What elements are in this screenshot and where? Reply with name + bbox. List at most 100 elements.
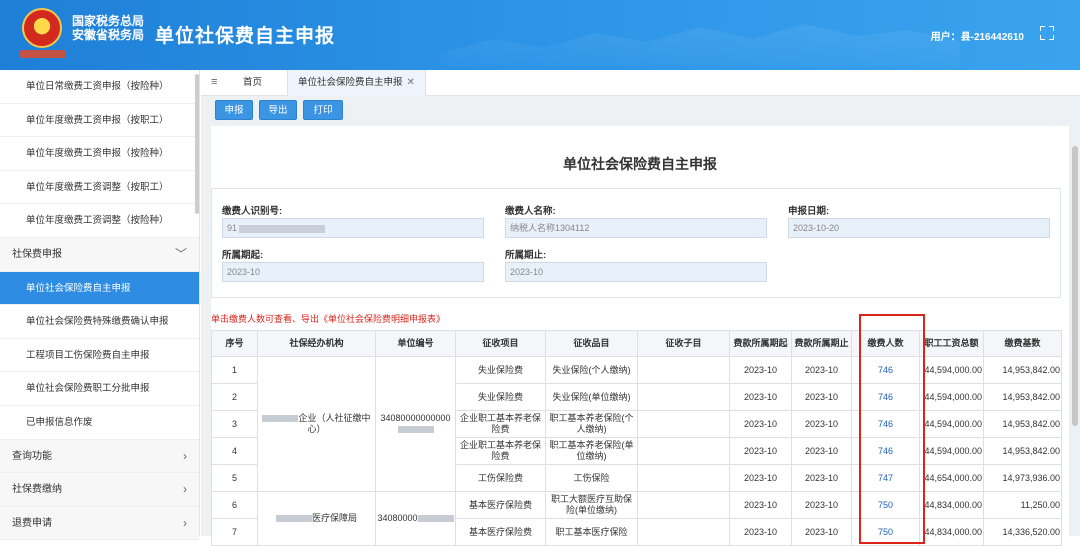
payer-count-link[interactable]: 746 — [851, 356, 920, 384]
sidebar-item-annual-wage-by-employee[interactable]: 单位年度缴费工资申报（按职工） — [0, 104, 199, 138]
cell-no: 6 — [211, 491, 258, 519]
main-scrollbar[interactable] — [1072, 146, 1078, 426]
cell-no: 2 — [211, 383, 258, 411]
agency-name: （人社征缴中心） — [307, 413, 371, 434]
cell-subitem — [637, 491, 730, 519]
main-area: ≡ 首页 单位社会保险费自主申报 ✕ 申报 导出 打印 单位社会保险费自主申报 缴… — [201, 70, 1080, 546]
hint-text: 单击缴费人数可查看、导出《单位社会保险费明细申报表》 — [211, 314, 446, 324]
cell-end: 2023-10 — [791, 464, 852, 492]
chevron-right-icon: › — [183, 448, 187, 463]
sidebar-group-refund[interactable]: 退费申请 › — [0, 506, 199, 541]
tab-self-declare[interactable]: 单位社会保险费自主申报 ✕ — [287, 70, 426, 96]
table-row: 1 企业（人社征缴中心） 34080000000000 失业保险费 失业保险(个… — [211, 356, 1062, 492]
sidebar-item-void-declare[interactable]: 已申报信息作废 — [0, 406, 199, 440]
redaction-mask — [262, 415, 299, 423]
cell-wage: 44,654,000.00 — [919, 464, 984, 492]
col-header: 职工工资总额 — [919, 330, 984, 357]
cell-wage: 44,594,000.00 — [919, 383, 984, 411]
cell-sub: 失业保险(单位缴纳) — [545, 383, 638, 411]
cell-start: 2023-10 — [729, 437, 792, 465]
sidebar-item-label: 单位年度缴费工资申报（按险种） — [26, 148, 169, 160]
cell-subitem — [637, 518, 730, 546]
cell-end: 2023-10 — [791, 437, 852, 465]
agency-name: 医疗保障局 — [311, 513, 357, 523]
sidebar-item-label: 单位年度缴费工资调整（按职工） — [26, 181, 169, 193]
emblem-icon — [22, 8, 62, 48]
declare-date-field[interactable]: 2023-10-20 — [788, 218, 1050, 238]
sidebar-scrollbar[interactable] — [195, 74, 199, 214]
content-panel: 单位社会保险费自主申报 缴费人识别号: 91 缴费人名称: 纳税人名称13041… — [211, 126, 1069, 546]
sidebar-group-label: 退费申请 — [12, 517, 52, 529]
period-end-field[interactable]: 2023-10 — [505, 262, 767, 282]
chevron-down-icon: ﹀ — [174, 246, 187, 261]
tab-home[interactable]: 首页 — [233, 70, 272, 96]
cell-item: 工伤保险费 — [455, 464, 546, 492]
sidebar-item-daily-wage-by-type[interactable]: 单位日常缴费工资申报（按险种） — [0, 70, 199, 104]
cell-item: 失业保险费 — [455, 356, 546, 384]
cell-item: 失业保险费 — [455, 383, 546, 411]
export-button[interactable]: 导出 — [259, 100, 297, 120]
tab-bar: ≡ 首页 单位社会保险费自主申报 ✕ — [201, 70, 1080, 96]
cell-agency: 企业（人社征缴中心） — [257, 356, 376, 492]
payer-count-link[interactable]: 750 — [851, 518, 920, 546]
org-line-2: 安徽省税务局 — [72, 28, 145, 42]
sidebar-group-social-declare[interactable]: 社保费申报 ﹀ — [0, 237, 199, 272]
tab-label: 首页 — [243, 77, 263, 88]
cell-no: 1 — [211, 356, 258, 384]
cell-base: 14,953,842.00 — [983, 437, 1062, 465]
cell-wage: 44,594,000.00 — [919, 410, 984, 438]
chevron-right-icon: › — [183, 515, 187, 530]
print-button[interactable]: 打印 — [303, 100, 343, 120]
sidebar-group-payment[interactable]: 社保费缴纳 › — [0, 473, 199, 507]
redaction-mask — [417, 515, 454, 523]
unit-no: 34080000 — [377, 513, 418, 523]
sidebar-item-label: 单位社会保险费特殊缴费确认申报 — [26, 316, 169, 328]
user-info[interactable]: 用户：县-216442610 — [931, 28, 1024, 43]
declare-button[interactable]: 申报 — [215, 100, 253, 120]
sidebar-item-annual-adjust-by-type[interactable]: 单位年度缴费工资调整（按险种） — [0, 204, 199, 238]
payer-name-field[interactable]: 纳税人名称1304112 — [505, 218, 767, 238]
sidebar-item-special-confirm[interactable]: 单位社会保险费特殊缴费确认申报 — [0, 305, 199, 339]
app-title: 单位社保费自主申报 — [155, 26, 336, 47]
period-start-field[interactable]: 2023-10 — [222, 262, 484, 282]
sidebar-item-label: 已申报信息作废 — [26, 416, 93, 428]
cell-wage: 44,594,000.00 — [919, 356, 984, 384]
menu-icon[interactable]: ≡ — [211, 76, 217, 88]
cell-base: 14,953,842.00 — [983, 356, 1062, 384]
cell-end: 2023-10 — [791, 383, 852, 411]
cell-base: 14,973,936.00 — [983, 464, 1062, 492]
col-header: 费款所属期止 — [791, 330, 852, 357]
payer-count-link[interactable]: 747 — [851, 464, 920, 492]
sidebar-item-annual-wage-by-type[interactable]: 单位年度缴费工资申报（按险种） — [0, 137, 199, 171]
col-header: 序号 — [211, 330, 258, 357]
col-header: 征收项目 — [455, 330, 546, 357]
payer-count-link[interactable]: 746 — [851, 383, 920, 411]
fullscreen-icon[interactable] — [1040, 26, 1054, 40]
chevron-right-icon: › — [183, 482, 187, 497]
cell-sub: 职工基本养老保险(单位缴纳) — [545, 437, 638, 465]
close-icon[interactable]: ✕ — [407, 77, 415, 88]
payer-count-link[interactable]: 750 — [851, 491, 920, 519]
payer-count-link[interactable]: 746 — [851, 437, 920, 465]
payer-count-link[interactable]: 746 — [851, 410, 920, 438]
cell-sub: 失业保险(个人缴纳) — [545, 356, 638, 384]
sidebar-item-batch-declare[interactable]: 单位社会保险费职工分批申报 — [0, 372, 199, 406]
cell-wage: 44,834,000.00 — [919, 491, 984, 519]
cell-no: 3 — [211, 410, 258, 438]
cell-end: 2023-10 — [791, 410, 852, 438]
cell-unit-no: 34080000000000 — [375, 356, 456, 492]
sidebar-item-self-declare[interactable]: 单位社会保险费自主申报 — [0, 271, 199, 306]
col-header: 社保经办机构 — [257, 330, 376, 357]
sidebar-item-project-injury[interactable]: 工程项目工伤保险费自主申报 — [0, 339, 199, 373]
payer-id-field[interactable]: 91 — [222, 218, 484, 238]
page-title: 单位社会保险费自主申报 — [563, 156, 717, 172]
sidebar-group-query[interactable]: 查询功能 › — [0, 439, 199, 474]
sidebar-item-annual-adjust-by-employee[interactable]: 单位年度缴费工资调整（按职工） — [0, 171, 199, 205]
cell-subitem — [637, 464, 730, 492]
cell-start: 2023-10 — [729, 464, 792, 492]
cell-base: 14,953,842.00 — [983, 383, 1062, 411]
cell-item: 企业职工基本养老保险费 — [455, 410, 546, 438]
cell-sub: 职工大额医疗互助保险(单位缴纳) — [545, 491, 638, 519]
sidebar-item-label: 单位年度缴费工资调整（按险种） — [26, 215, 169, 227]
sidebar-group-label: 社保费申报 — [12, 248, 62, 260]
